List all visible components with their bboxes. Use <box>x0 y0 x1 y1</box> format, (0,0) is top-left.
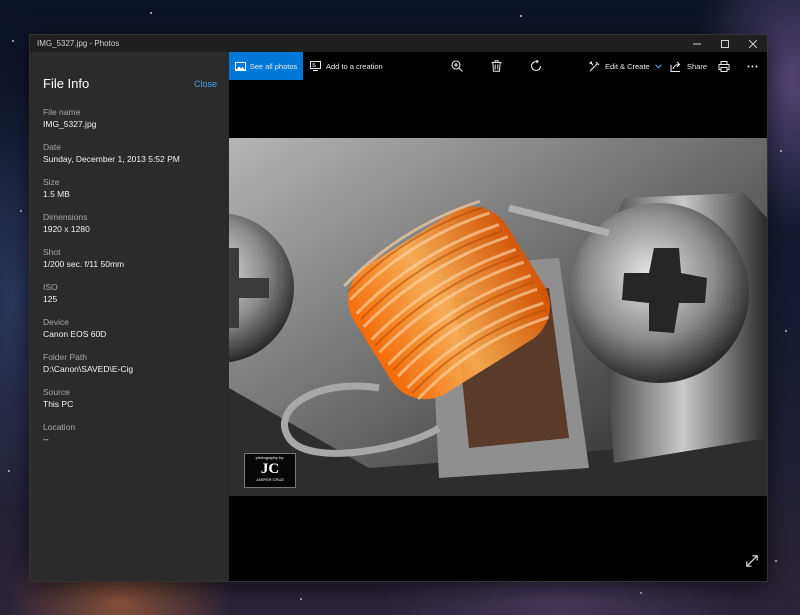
creation-icon <box>310 61 321 71</box>
star <box>780 150 782 152</box>
edit-create-button[interactable]: Edit & Create <box>589 52 662 80</box>
field-size: Size 1.5 MB <box>43 177 70 200</box>
print-icon <box>718 60 730 72</box>
field-file-name: File name IMG_5327.jpg <box>43 107 96 130</box>
print-button[interactable] <box>718 52 730 80</box>
field-dimensions: Dimensions 1920 x 1280 <box>43 212 90 235</box>
field-value: 125 <box>43 294 58 304</box>
rotate-button[interactable] <box>530 52 542 80</box>
field-source: Source This PC <box>43 387 73 410</box>
expand-icon <box>746 555 758 567</box>
star <box>8 470 10 472</box>
field-value: This PC <box>43 399 74 409</box>
field-label: File name <box>43 107 81 117</box>
edit-create-label: Edit & Create <box>605 61 650 71</box>
field-date: Date Sunday, December 1, 2013 5:52 PM <box>43 142 180 165</box>
zoom-icon <box>451 60 463 72</box>
maximize-button[interactable] <box>711 35 739 52</box>
close-icon <box>749 39 757 48</box>
field-label: Dimensions <box>43 212 88 222</box>
command-bar: See all photos Add to a creation Edit & … <box>229 52 767 80</box>
file-info-panel: File Info Close File name IMG_5327.jpg D… <box>30 52 229 581</box>
field-iso: ISO 125 <box>43 282 58 305</box>
star <box>150 12 152 14</box>
more-icon <box>747 65 758 67</box>
see-all-photos-label: See all photos <box>249 61 298 71</box>
star <box>775 560 777 562</box>
more-options-button[interactable] <box>747 52 758 80</box>
field-label: Source <box>43 387 70 397</box>
field-label: Shot <box>43 247 61 257</box>
field-label: Location <box>43 422 76 432</box>
field-folder-path: Folder Path D:\Canon\SAVED\E-Cig <box>43 352 133 375</box>
field-value: 1/200 sec. f/11 50mm <box>43 259 125 269</box>
star <box>300 598 302 600</box>
watermark-initials: JC <box>260 461 280 477</box>
add-to-creation-label: Add to a creation <box>326 61 383 71</box>
see-all-photos-button[interactable]: See all photos <box>229 52 303 80</box>
field-value: 1920 x 1280 <box>43 224 90 234</box>
window-title: IMG_5327.jpg - Photos <box>37 39 120 48</box>
share-button[interactable]: Share <box>670 52 707 80</box>
share-icon <box>670 61 681 72</box>
delete-icon <box>491 60 502 72</box>
photos-app-window: IMG_5327.jpg - Photos File Info Close Fi… <box>30 35 767 581</box>
star <box>640 592 642 594</box>
star <box>520 15 522 17</box>
field-location: Location -- <box>43 422 75 445</box>
watermark-name: JASFER CRUZ <box>256 477 284 482</box>
close-window-button[interactable] <box>739 35 767 52</box>
field-label: Device <box>43 317 69 327</box>
photo-image: photography by: JC JASFER CRUZ <box>229 138 767 496</box>
close-panel-button[interactable]: Close <box>194 79 217 89</box>
add-to-creation-button[interactable]: Add to a creation <box>310 52 383 80</box>
star <box>12 40 14 42</box>
field-value: 1.5 MB <box>43 189 70 199</box>
field-value: IMG_5327.jpg <box>43 119 97 129</box>
fullscreen-button[interactable] <box>746 554 758 572</box>
star <box>20 210 22 212</box>
delete-button[interactable] <box>491 52 502 80</box>
zoom-button[interactable] <box>451 52 463 80</box>
title-bar[interactable]: IMG_5327.jpg - Photos <box>30 35 767 52</box>
edit-icon <box>589 61 600 71</box>
field-label: Folder Path <box>43 352 87 362</box>
field-value[interactable]: D:\Canon\SAVED\E-Cig <box>43 363 133 375</box>
minimize-icon <box>693 43 701 44</box>
photos-icon <box>234 61 246 71</box>
field-device: Device Canon EOS 60D <box>43 317 106 340</box>
chevron-down-icon <box>654 63 662 69</box>
maximize-icon <box>721 39 729 48</box>
photo-viewer[interactable]: photography by: JC JASFER CRUZ <box>229 80 767 581</box>
star <box>785 330 787 332</box>
photographer-watermark: photography by: JC JASFER CRUZ <box>244 453 296 488</box>
field-label: ISO <box>43 282 58 292</box>
share-label: Share <box>687 61 708 71</box>
rotate-icon <box>530 60 542 72</box>
field-value: -- <box>43 434 49 444</box>
field-label: Date <box>43 142 61 152</box>
minimize-button[interactable] <box>683 35 711 52</box>
field-label: Size <box>43 177 60 187</box>
field-shot: Shot 1/200 sec. f/11 50mm <box>43 247 124 270</box>
panel-title: File Info <box>43 76 90 91</box>
field-value: Sunday, December 1, 2013 5:52 PM <box>43 154 180 164</box>
field-value: Canon EOS 60D <box>43 329 107 339</box>
